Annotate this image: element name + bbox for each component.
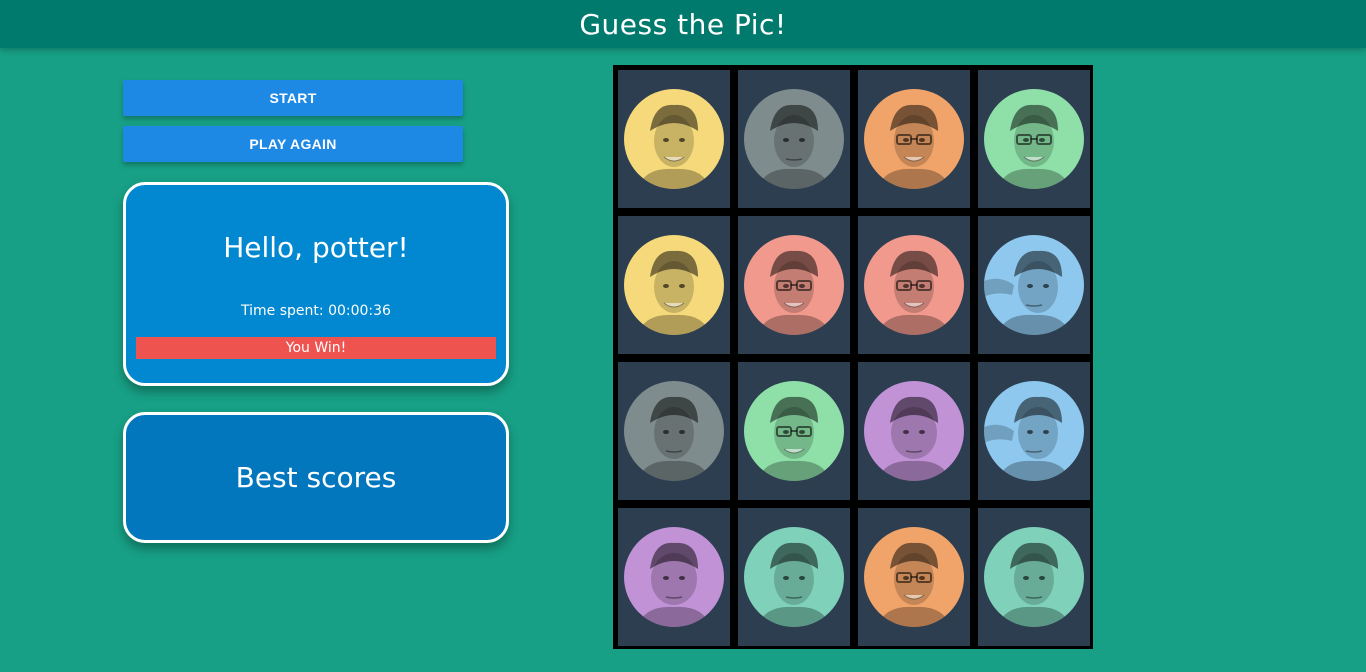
start-button[interactable]: START xyxy=(123,80,463,116)
card-tile[interactable] xyxy=(738,70,850,208)
card-tile[interactable] xyxy=(618,70,730,208)
face-avatar xyxy=(984,235,1084,335)
card-tile[interactable] xyxy=(738,362,850,500)
best-scores-label: Best scores xyxy=(235,461,397,494)
time-spent-text: Time spent: 00:00:36 xyxy=(241,303,391,319)
face-avatar xyxy=(624,527,724,627)
face-avatar xyxy=(624,235,724,335)
card-tile[interactable] xyxy=(858,362,970,500)
card-tile[interactable] xyxy=(618,216,730,354)
face-avatar xyxy=(744,235,844,335)
face-avatar xyxy=(744,527,844,627)
app-title: Guess the Pic! xyxy=(579,7,787,41)
card-tile[interactable] xyxy=(618,508,730,646)
card-tile[interactable] xyxy=(978,362,1090,500)
card-tile[interactable] xyxy=(978,70,1090,208)
greeting-text: Hello, potter! xyxy=(223,231,409,264)
face-avatar xyxy=(744,381,844,481)
best-scores-card[interactable]: Best scores xyxy=(123,412,509,543)
play-again-button[interactable]: PLAY AGAIN xyxy=(123,126,463,162)
face-avatar xyxy=(864,381,964,481)
face-avatar xyxy=(624,89,724,189)
app-header: Guess the Pic! xyxy=(0,0,1366,48)
card-tile[interactable] xyxy=(978,216,1090,354)
face-avatar xyxy=(624,381,724,481)
status-card: Hello, potter! Time spent: 00:00:36 You … xyxy=(123,182,509,386)
result-banner: You Win! xyxy=(136,337,496,359)
card-tile[interactable] xyxy=(978,508,1090,646)
card-tile[interactable] xyxy=(738,216,850,354)
face-avatar xyxy=(984,381,1084,481)
card-tile[interactable] xyxy=(618,362,730,500)
game-board xyxy=(613,65,1093,649)
face-avatar xyxy=(864,89,964,189)
card-tile[interactable] xyxy=(738,508,850,646)
face-avatar xyxy=(744,89,844,189)
face-avatar xyxy=(864,235,964,335)
card-tile[interactable] xyxy=(858,216,970,354)
card-tile[interactable] xyxy=(858,70,970,208)
face-avatar xyxy=(984,89,1084,189)
card-tile[interactable] xyxy=(858,508,970,646)
face-avatar xyxy=(864,527,964,627)
face-avatar xyxy=(984,527,1084,627)
